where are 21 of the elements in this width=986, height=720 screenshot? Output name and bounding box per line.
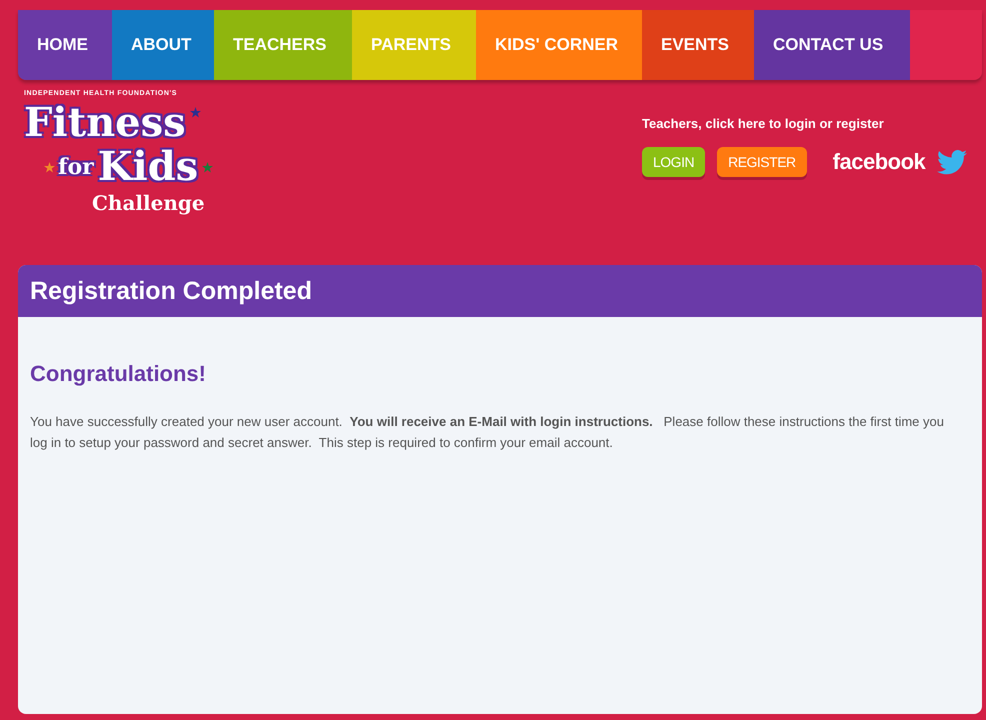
logo-title: for (58, 154, 94, 180)
star-icon (190, 107, 201, 118)
login-button[interactable]: LOGIN (642, 147, 706, 177)
nav-link[interactable]: HOME (18, 10, 112, 80)
heading: Congratulations! (30, 361, 207, 387)
bird-icon[interactable] (937, 150, 968, 174)
message-text: You have successfully created your new user account. You will receive an E-Mail with login instructions. Please follow these instructions the first time you log in to setup your password and secret answer. This step is required to confirm your email account. (30, 413, 945, 452)
nav-link[interactable]: ABOUT (112, 10, 214, 80)
facebook-link[interactable]: facebook (832, 149, 926, 175)
register-button[interactable]: REGISTER (717, 147, 807, 177)
logo-title: Fitness (24, 101, 186, 145)
star-icon (44, 162, 55, 172)
logo-title: Kids (98, 145, 198, 189)
teacher-login-link[interactable]: Teachers, click here to login or register (642, 116, 884, 131)
nav-link[interactable]: EVENTS (642, 10, 754, 80)
panel-title: Registration Completed (18, 265, 982, 317)
nav-link[interactable]: CONTACT US (754, 10, 910, 80)
star-icon (202, 162, 214, 172)
nav-link[interactable]: TEACHERS (214, 10, 352, 80)
nav-link[interactable]: KIDS' CORNER (476, 10, 642, 80)
logo-subtitle: Challenge (91, 191, 206, 215)
